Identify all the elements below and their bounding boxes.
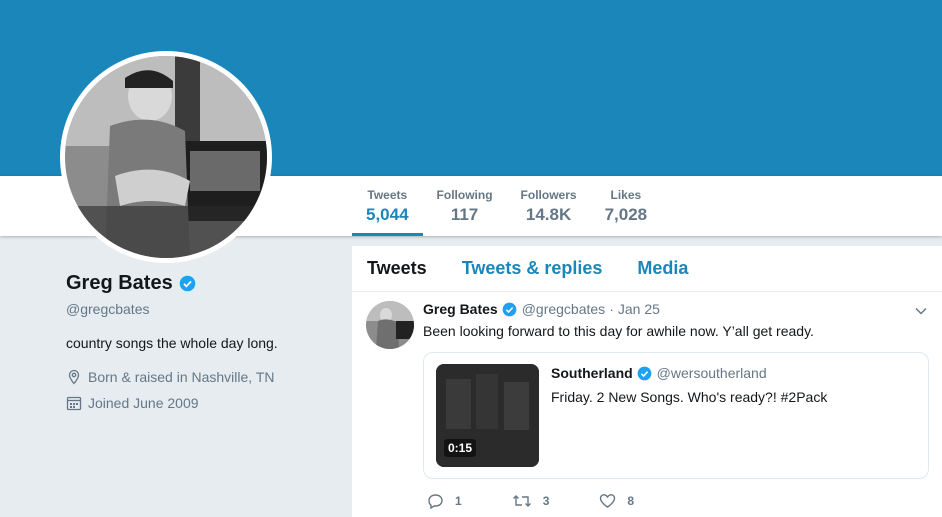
- avatar-photo: [65, 56, 267, 258]
- tab-tweets[interactable]: Tweets: [367, 258, 427, 279]
- quoted-text: Friday. 2 New Songs. Who's ready?! #2Pac…: [551, 389, 828, 405]
- reply-count: 1: [455, 494, 462, 508]
- retweet-icon: [512, 495, 531, 507]
- tweet-avatar-photo: [366, 301, 414, 349]
- joined-text: Joined June 2009: [88, 395, 199, 411]
- stat-likes[interactable]: Likes 7,028: [591, 176, 662, 236]
- quoted-author-name: Southerland: [551, 365, 633, 381]
- tweet-text: Been looking forward to this day for awh…: [423, 323, 814, 339]
- like-button[interactable]: 8: [599, 493, 634, 509]
- like-count: 8: [627, 494, 635, 508]
- tweet-author-name[interactable]: Greg Bates: [423, 301, 498, 317]
- verified-badge-icon: [637, 366, 652, 380]
- tweet-avatar[interactable]: [366, 301, 414, 349]
- stat-label: Following: [436, 188, 493, 202]
- verified-badge-icon: [502, 302, 517, 316]
- timeline-tabs: Tweets Tweets & replies Media: [352, 246, 942, 292]
- tweet[interactable]: Greg Bates @gregcbates · Jan 25 Been loo…: [352, 292, 942, 517]
- profile-stats: Tweets 5,044 Following 117 Followers 14.…: [352, 176, 661, 236]
- stat-followers[interactable]: Followers 14.8K: [507, 176, 591, 236]
- tweet-header: Greg Bates @gregcbates · Jan 25: [423, 301, 927, 317]
- chevron-down-icon[interactable]: [914, 304, 928, 318]
- stat-label: Likes: [610, 188, 642, 202]
- quoted-author-handle: @wersoutherland: [656, 365, 767, 381]
- stat-value: 7,028: [604, 205, 648, 224]
- profile-name[interactable]: Greg Bates: [66, 272, 173, 295]
- calendar-icon: [66, 396, 82, 411]
- profile-joined: Joined June 2009: [66, 395, 336, 411]
- reply-icon: [428, 494, 443, 509]
- retweet-count: 3: [542, 494, 550, 508]
- quoted-header: Southerland @wersoutherland: [551, 365, 827, 381]
- tweet-author-handle[interactable]: @gregcbates: [522, 301, 605, 317]
- quoted-tweet[interactable]: 0:15 Southerland @wersoutherland Friday.…: [423, 352, 929, 479]
- tweet-actions: 1 3 8: [427, 493, 927, 509]
- stat-value: 14.8K: [525, 205, 572, 224]
- profile-handle[interactable]: @gregcbates: [66, 301, 336, 317]
- stat-tweets[interactable]: Tweets 5,044: [352, 176, 423, 236]
- profile-card: Greg Bates @gregcbates country songs the…: [66, 272, 336, 411]
- stat-value: 5,044: [366, 205, 409, 224]
- tweet-date[interactable]: Jan 25: [618, 301, 660, 317]
- stat-following[interactable]: Following 117: [423, 176, 507, 236]
- stat-label: Followers: [520, 188, 577, 202]
- profile-location: Born & raised in Nashville, TN: [66, 369, 336, 385]
- location-text: Born & raised in Nashville, TN: [88, 369, 275, 385]
- profile-avatar[interactable]: [60, 51, 272, 263]
- tab-tweets-replies[interactable]: Tweets & replies: [462, 258, 603, 279]
- stat-value: 117: [450, 205, 479, 224]
- quoted-video-thumbnail[interactable]: 0:15: [436, 364, 539, 467]
- reply-button[interactable]: 1: [427, 493, 462, 509]
- verified-badge-icon: [179, 275, 196, 292]
- tweet-separator: ·: [609, 301, 614, 317]
- video-duration: 0:15: [444, 439, 477, 457]
- retweet-button[interactable]: 3: [512, 493, 550, 509]
- location-icon: [68, 369, 80, 385]
- profile-bio: country songs the whole day long.: [66, 335, 278, 351]
- stat-label: Tweets: [367, 188, 408, 202]
- tab-media[interactable]: Media: [637, 258, 688, 279]
- heart-icon: [600, 494, 616, 508]
